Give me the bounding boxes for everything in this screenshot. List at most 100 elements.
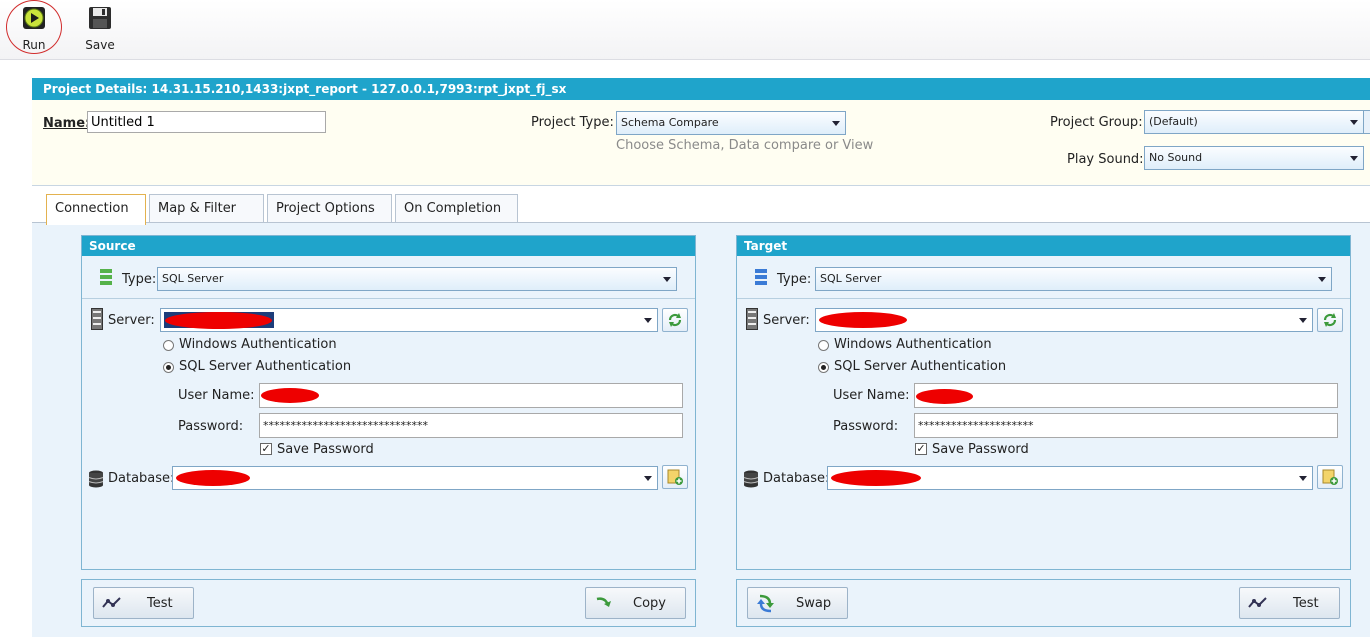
- source-windows-auth-radio[interactable]: [163, 340, 174, 351]
- project-type-value: Schema Compare: [621, 116, 719, 129]
- new-database-icon: [667, 469, 683, 485]
- database-blue-icon: [755, 269, 767, 285]
- chevron-down-icon: [644, 476, 652, 481]
- source-test-label: Test: [147, 596, 173, 611]
- target-username-label: User Name:: [833, 388, 910, 403]
- target-test-label: Test: [1293, 596, 1319, 611]
- name-input[interactable]: [87, 111, 326, 133]
- copy-label: Copy: [633, 596, 666, 611]
- save-button[interactable]: Save: [74, 4, 126, 56]
- target-username-input[interactable]: [914, 383, 1338, 408]
- new-database-icon: [1322, 469, 1338, 485]
- server-icon: [746, 308, 758, 330]
- target-test-button[interactable]: Test: [1239, 587, 1340, 619]
- swap-button[interactable]: Swap: [747, 587, 848, 619]
- tab-on-completion[interactable]: On Completion: [395, 194, 518, 223]
- server-icon: [91, 308, 103, 330]
- redaction-mark: [176, 470, 250, 486]
- target-windows-auth-label: Windows Authentication: [834, 337, 992, 352]
- copy-arrow-icon: [596, 597, 611, 607]
- run-button[interactable]: Run: [8, 4, 60, 56]
- run-label: Run: [22, 38, 46, 52]
- toolbar: Run Save: [0, 0, 1370, 60]
- source-username-input[interactable]: [259, 383, 683, 408]
- target-panel: Target Type: SQL Server Server: Windows …: [736, 235, 1351, 570]
- swap-icon: [757, 594, 774, 613]
- source-sql-auth-radio[interactable]: [163, 362, 174, 373]
- target-sql-auth-radio[interactable]: [818, 362, 829, 373]
- name-label: Name:: [43, 116, 91, 131]
- source-server-select[interactable]: [160, 308, 658, 332]
- target-new-database-button[interactable]: [1317, 465, 1343, 489]
- source-panel: Source Type: SQL Server Server: Windows …: [81, 235, 696, 570]
- target-database-select[interactable]: [827, 466, 1313, 490]
- target-database-label: Database:: [763, 471, 830, 486]
- target-sql-auth-label: SQL Server Authentication: [834, 359, 1007, 374]
- chevron-down-icon: [832, 121, 840, 126]
- target-server-select[interactable]: [815, 308, 1313, 332]
- refresh-icon: [1323, 313, 1337, 327]
- target-type-label: Type:: [777, 272, 812, 287]
- redaction-mark: [831, 470, 921, 486]
- project-type-select[interactable]: Schema Compare: [616, 111, 846, 135]
- target-type-select[interactable]: SQL Server: [815, 267, 1332, 291]
- source-refresh-button[interactable]: [662, 308, 688, 332]
- target-windows-auth-radio[interactable]: [818, 340, 829, 351]
- chevron-down-icon: [1318, 277, 1326, 282]
- source-type-value: SQL Server: [162, 272, 224, 285]
- target-refresh-button[interactable]: [1317, 308, 1343, 332]
- source-database-select[interactable]: [172, 466, 658, 490]
- connection-test-icon: [102, 597, 121, 608]
- source-type-select[interactable]: SQL Server: [157, 267, 677, 291]
- database-green-icon: [100, 269, 112, 285]
- connection-test-icon: [1248, 597, 1267, 608]
- save-label: Save: [85, 38, 115, 52]
- source-save-password-label: Save Password: [277, 442, 374, 457]
- play-icon: [23, 7, 45, 29]
- play-sound-value: No Sound: [1149, 151, 1203, 164]
- chevron-down-icon: [1350, 156, 1358, 161]
- tab-map-filter-label: Map & Filter: [158, 201, 237, 216]
- refresh-icon: [668, 313, 682, 327]
- database-icon: [743, 470, 759, 488]
- chevron-down-icon: [644, 318, 652, 323]
- project-group-edit-button[interactable]: [1363, 110, 1370, 134]
- source-password-value: ******************************: [263, 419, 428, 432]
- source-sql-auth-label: SQL Server Authentication: [179, 359, 352, 374]
- target-password-label: Password:: [833, 419, 899, 434]
- target-save-password-checkbox[interactable]: ✓: [915, 443, 927, 455]
- source-test-button[interactable]: Test: [93, 587, 194, 619]
- floppy-disk-icon: [89, 7, 111, 29]
- target-button-strip: Swap Test: [736, 579, 1351, 627]
- chevron-down-icon: [1350, 120, 1358, 125]
- source-save-password-checkbox[interactable]: ✓: [260, 443, 272, 455]
- play-sound-select[interactable]: No Sound: [1144, 146, 1364, 170]
- play-sound-label: Play Sound:: [1067, 152, 1144, 167]
- source-server-label: Server:: [108, 313, 155, 328]
- redaction-mark: [819, 312, 907, 328]
- source-button-strip: Test Copy: [81, 579, 696, 627]
- project-group-value: (Default): [1149, 115, 1198, 128]
- tab-project-options[interactable]: Project Options: [267, 194, 392, 223]
- database-icon: [88, 470, 104, 488]
- source-new-database-button[interactable]: [662, 465, 688, 489]
- source-password-label: Password:: [178, 419, 244, 434]
- source-panel-title: Source: [82, 236, 695, 256]
- project-details-title: Project Details: 14.31.15.210,1433:jxpt_…: [32, 78, 1370, 100]
- tab-connection-label: Connection: [55, 201, 129, 216]
- swap-label: Swap: [796, 596, 832, 611]
- tab-connection[interactable]: Connection: [46, 194, 146, 225]
- tab-map-filter[interactable]: Map & Filter: [149, 194, 264, 223]
- redaction-mark: [261, 388, 319, 403]
- target-password-input[interactable]: *********************: [914, 413, 1338, 438]
- chevron-down-icon: [1299, 318, 1307, 323]
- redaction-mark: [165, 312, 272, 329]
- target-password-value: *********************: [918, 419, 1034, 432]
- source-username-label: User Name:: [178, 388, 255, 403]
- chevron-down-icon: [663, 277, 671, 282]
- project-group-label: Project Group:: [1050, 115, 1143, 130]
- tab-on-completion-label: On Completion: [404, 201, 502, 216]
- project-group-select[interactable]: (Default): [1144, 110, 1364, 134]
- copy-button[interactable]: Copy: [585, 587, 686, 619]
- source-password-input[interactable]: ******************************: [259, 413, 683, 438]
